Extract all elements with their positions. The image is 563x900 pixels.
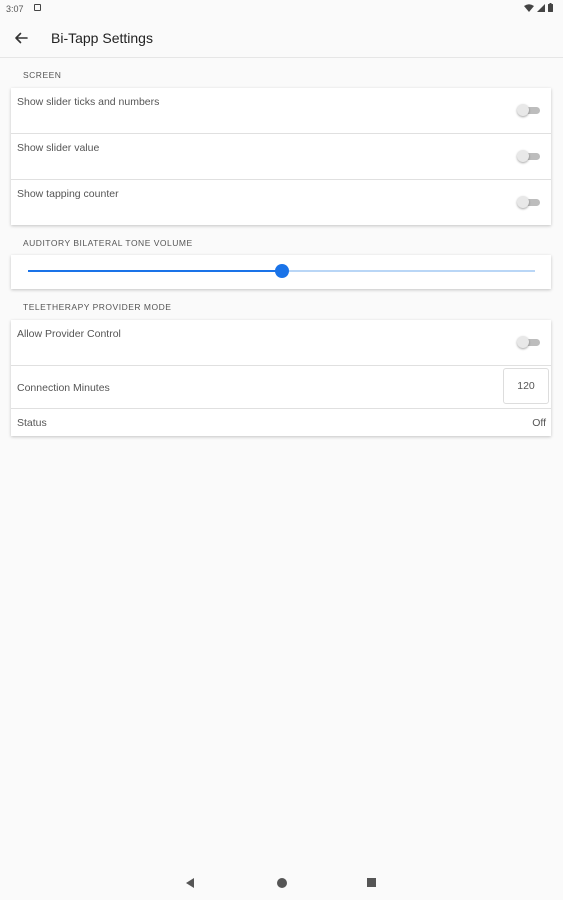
nav-recents-icon[interactable] xyxy=(367,878,376,887)
setting-label: Show slider value xyxy=(17,142,100,154)
system-nav-bar xyxy=(0,866,563,900)
wifi-icon xyxy=(524,3,534,12)
section-header-volume: AUDITORY BILATERAL TONE VOLUME xyxy=(23,238,193,248)
volume-slider[interactable] xyxy=(28,264,535,278)
volume-slider-thumb[interactable] xyxy=(274,264,289,278)
setting-label: Allow Provider Control xyxy=(17,328,121,340)
nav-home-icon[interactable] xyxy=(277,878,287,888)
volume-card xyxy=(11,255,551,289)
setting-connection-minutes: Connection Minutes 120 xyxy=(11,366,551,409)
nav-back-icon[interactable] xyxy=(186,878,194,888)
allow-provider-control-toggle[interactable] xyxy=(517,336,541,348)
battery-icon xyxy=(548,3,553,12)
app-bar: Bi-Tapp Settings xyxy=(0,18,563,58)
setting-label: Show slider ticks and numbers xyxy=(17,96,160,108)
show-slider-ticks-toggle[interactable] xyxy=(517,104,541,116)
status-time: 3:07 xyxy=(6,4,24,14)
screen-settings-card: Show slider ticks and numbers Show slide… xyxy=(11,88,551,225)
system-icons xyxy=(524,3,553,12)
setting-allow-provider-control[interactable]: Allow Provider Control xyxy=(11,320,551,366)
status-bar: 3:07 xyxy=(0,0,563,18)
setting-label: Connection Minutes xyxy=(17,382,110,394)
notification-icon xyxy=(34,4,41,11)
section-header-teletherapy: TELETHERAPY PROVIDER MODE xyxy=(23,302,172,312)
setting-label: Show tapping counter xyxy=(17,188,119,200)
teletherapy-card: Allow Provider Control Connection Minute… xyxy=(11,320,551,436)
show-tapping-counter-toggle[interactable] xyxy=(517,196,541,208)
page-title: Bi-Tapp Settings xyxy=(51,30,153,46)
setting-status: Status Off xyxy=(11,409,551,436)
setting-show-slider-ticks[interactable]: Show slider ticks and numbers xyxy=(11,88,551,134)
setting-show-tapping-counter[interactable]: Show tapping counter xyxy=(11,180,551,225)
connection-minutes-input[interactable]: 120 xyxy=(503,368,549,404)
setting-show-slider-value[interactable]: Show slider value xyxy=(11,134,551,180)
volume-slider-fill xyxy=(28,270,282,272)
show-slider-value-toggle[interactable] xyxy=(517,150,541,162)
setting-label: Status xyxy=(17,417,47,429)
status-value: Off xyxy=(532,417,546,429)
back-arrow-icon[interactable] xyxy=(12,29,30,47)
section-header-screen: SCREEN xyxy=(23,70,62,80)
signal-icon xyxy=(537,3,545,12)
